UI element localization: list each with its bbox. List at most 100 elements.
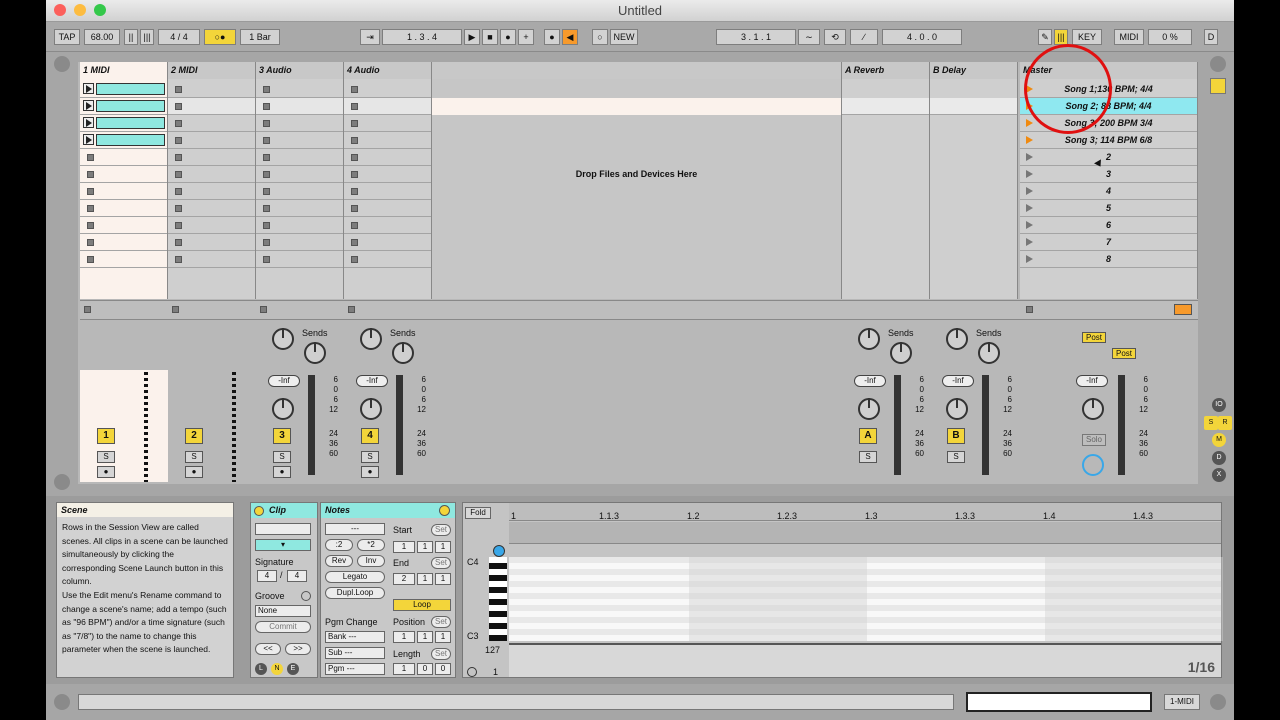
loop-switch-icon[interactable]: ⟲ [824, 29, 846, 45]
send-a-knob[interactable] [360, 328, 382, 350]
arm-button[interactable]: ● [361, 466, 379, 478]
delay-toggle-icon[interactable]: D [1212, 451, 1226, 465]
clip-slot[interactable] [344, 234, 431, 251]
sub-bank-field[interactable]: Sub --- [325, 647, 385, 659]
stop-clip-button[interactable] [84, 306, 91, 313]
detail-toggle-icon[interactable] [1210, 694, 1226, 710]
clip-slot[interactable] [80, 217, 167, 234]
solo-button[interactable]: S [947, 451, 965, 463]
length-set-button[interactable]: Set [431, 648, 451, 660]
solo-button[interactable]: S [361, 451, 379, 463]
key-map-button[interactable]: KEY [1072, 29, 1102, 45]
arrangement-view-icon[interactable] [1210, 56, 1226, 72]
clip-slot[interactable] [168, 217, 255, 234]
double-length-button[interactable]: *2 [357, 539, 385, 551]
scene-launch-icon[interactable] [1026, 187, 1033, 195]
pan-display[interactable]: -Inf [942, 375, 974, 387]
clip-slot[interactable] [80, 132, 167, 149]
midi-clip[interactable] [96, 134, 165, 146]
clip-slot[interactable] [344, 166, 431, 183]
scene-row[interactable]: 3 [1020, 166, 1197, 183]
piano-keyboard[interactable] [489, 557, 507, 641]
show-hide-detail-icon[interactable] [54, 474, 70, 490]
send-a-knob[interactable] [858, 328, 880, 350]
metronome-button[interactable]: ○● [204, 29, 236, 45]
len-bar-field[interactable]: 1 [393, 663, 415, 675]
clip-slot[interactable] [168, 98, 255, 115]
pan-display[interactable]: -Inf [356, 375, 388, 387]
clip-slot[interactable] [80, 98, 167, 115]
clip-slot[interactable] [168, 115, 255, 132]
automation-arm-icon[interactable]: ● [544, 29, 560, 45]
pos-sixteenth-field[interactable]: 1 [435, 631, 451, 643]
clip-slot[interactable] [344, 98, 431, 115]
solo-button[interactable]: S [97, 451, 115, 463]
play-button[interactable]: ▶ [464, 29, 480, 45]
new-button[interactable]: NEW [610, 29, 638, 45]
arm-button[interactable]: ● [97, 466, 115, 478]
pan-display[interactable]: -Inf [854, 375, 886, 387]
scene-launch-icon[interactable] [1026, 255, 1033, 263]
tap-tempo-button[interactable]: TAP [54, 29, 80, 45]
session-view-icon[interactable] [1210, 78, 1226, 94]
clip-slot[interactable] [256, 166, 343, 183]
groove-select[interactable]: None [255, 605, 311, 617]
clip-slot[interactable] [256, 149, 343, 166]
clip-slot[interactable] [256, 234, 343, 251]
track-activator-button[interactable]: 3 [273, 428, 291, 444]
return-a-post-button[interactable]: Post [1082, 332, 1106, 343]
back-to-arrangement-icon[interactable]: ◀ [562, 29, 578, 45]
position-set-button[interactable]: Set [431, 616, 451, 628]
clip-slot[interactable] [80, 200, 167, 217]
returns-toggle-icon[interactable]: R [1218, 416, 1232, 430]
track-header-1[interactable]: 1 MIDI [80, 62, 168, 79]
clip-slot[interactable] [256, 200, 343, 217]
scene-launch-icon[interactable] [1026, 238, 1033, 246]
clip-slot[interactable] [256, 115, 343, 132]
io-toggle-icon[interactable]: IO [1212, 398, 1226, 412]
note-range-field[interactable]: --- [325, 523, 385, 535]
pan-knob[interactable] [1082, 398, 1104, 420]
clip-slot[interactable] [80, 81, 167, 98]
solo-button[interactable]: S [273, 451, 291, 463]
pan-knob[interactable] [858, 398, 880, 420]
scene-row[interactable]: 6 [1020, 217, 1197, 234]
clip-slot[interactable] [168, 234, 255, 251]
track-selector-box[interactable] [966, 692, 1152, 712]
drop-area[interactable]: Drop Files and Devices Here [432, 79, 842, 299]
clip-slot[interactable] [80, 115, 167, 132]
return-header-a[interactable]: A Reverb [842, 62, 930, 79]
clip-slot[interactable] [344, 149, 431, 166]
clip-play-icon[interactable] [83, 134, 94, 145]
clip-slot[interactable] [344, 81, 431, 98]
clip-name-field[interactable] [255, 523, 311, 535]
scene-launch-icon[interactable] [1026, 204, 1033, 212]
follow-button[interactable]: ⇥ [360, 29, 380, 45]
mixer-toggle-icon[interactable]: M [1212, 433, 1226, 447]
track-header-4[interactable]: 4 Audio [344, 62, 432, 79]
arrangement-position[interactable]: 1 . 3 . 4 [382, 29, 462, 45]
velocity-toggle-icon[interactable] [467, 667, 477, 677]
start-set-button[interactable]: Set [431, 524, 451, 536]
clip-slot[interactable] [344, 115, 431, 132]
solo-button[interactable]: S [185, 451, 203, 463]
start-sixteenth-field[interactable]: 1 [435, 541, 451, 553]
clip-slot[interactable] [168, 149, 255, 166]
scene-row[interactable]: 2 [1020, 149, 1197, 166]
start-beat-field[interactable]: 1 [417, 541, 433, 553]
send-b-knob[interactable] [978, 342, 1000, 364]
clip-slot[interactable] [168, 251, 255, 268]
clip-slot[interactable] [256, 98, 343, 115]
notes-arrow-icon[interactable] [439, 505, 450, 516]
time-signature-field[interactable]: 4 / 4 [158, 29, 200, 45]
clip-slot[interactable] [168, 183, 255, 200]
clip-slot[interactable] [168, 200, 255, 217]
punch-out-icon[interactable]: ∕ [850, 29, 878, 45]
session-record-icon[interactable]: ○ [592, 29, 608, 45]
reverse-button[interactable]: Rev [325, 555, 353, 567]
loop-brace[interactable] [509, 522, 1221, 544]
midi-clip[interactable] [96, 83, 165, 95]
clip-slot[interactable] [256, 81, 343, 98]
sends-toggle-icon[interactable]: S [1204, 416, 1218, 430]
track-header-2[interactable]: 2 MIDI [168, 62, 256, 79]
